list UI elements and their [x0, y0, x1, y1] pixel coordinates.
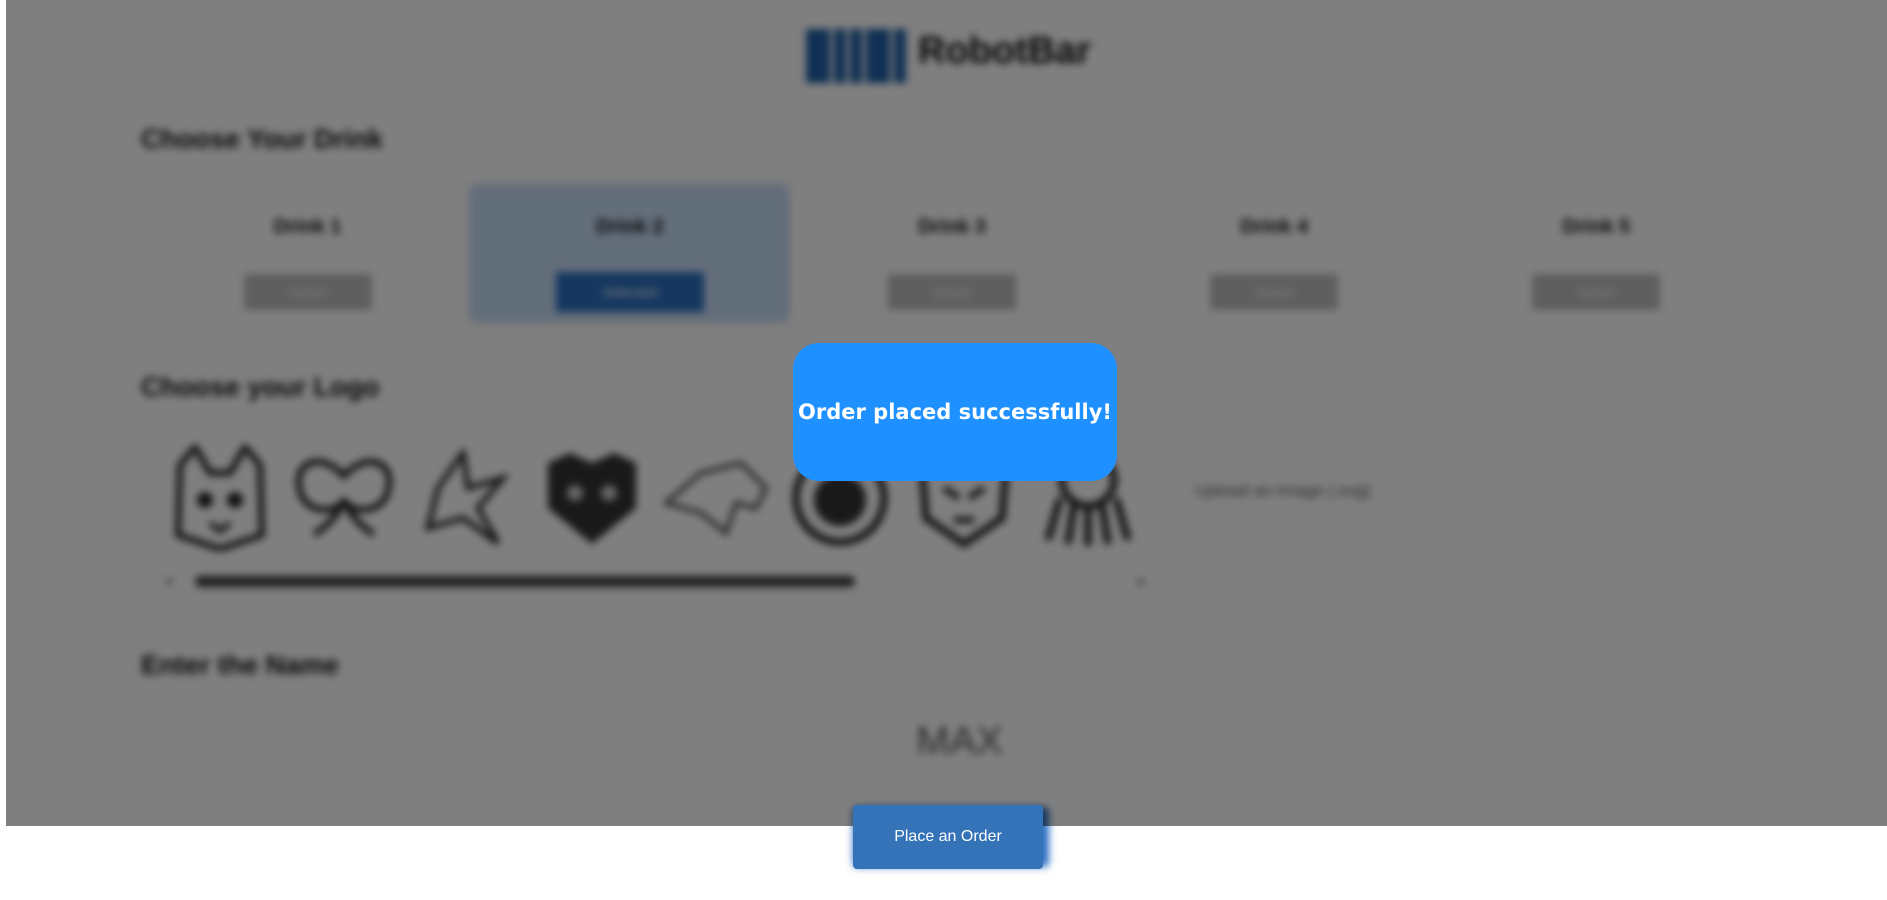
toast-message: Order placed successfully! [798, 400, 1112, 424]
app-root: RobotBar Choose Your Drink Drink 1 Selec… [6, 0, 1887, 876]
success-toast: Order placed successfully! [793, 343, 1117, 481]
place-order-button[interactable]: Place an Order [853, 805, 1043, 869]
